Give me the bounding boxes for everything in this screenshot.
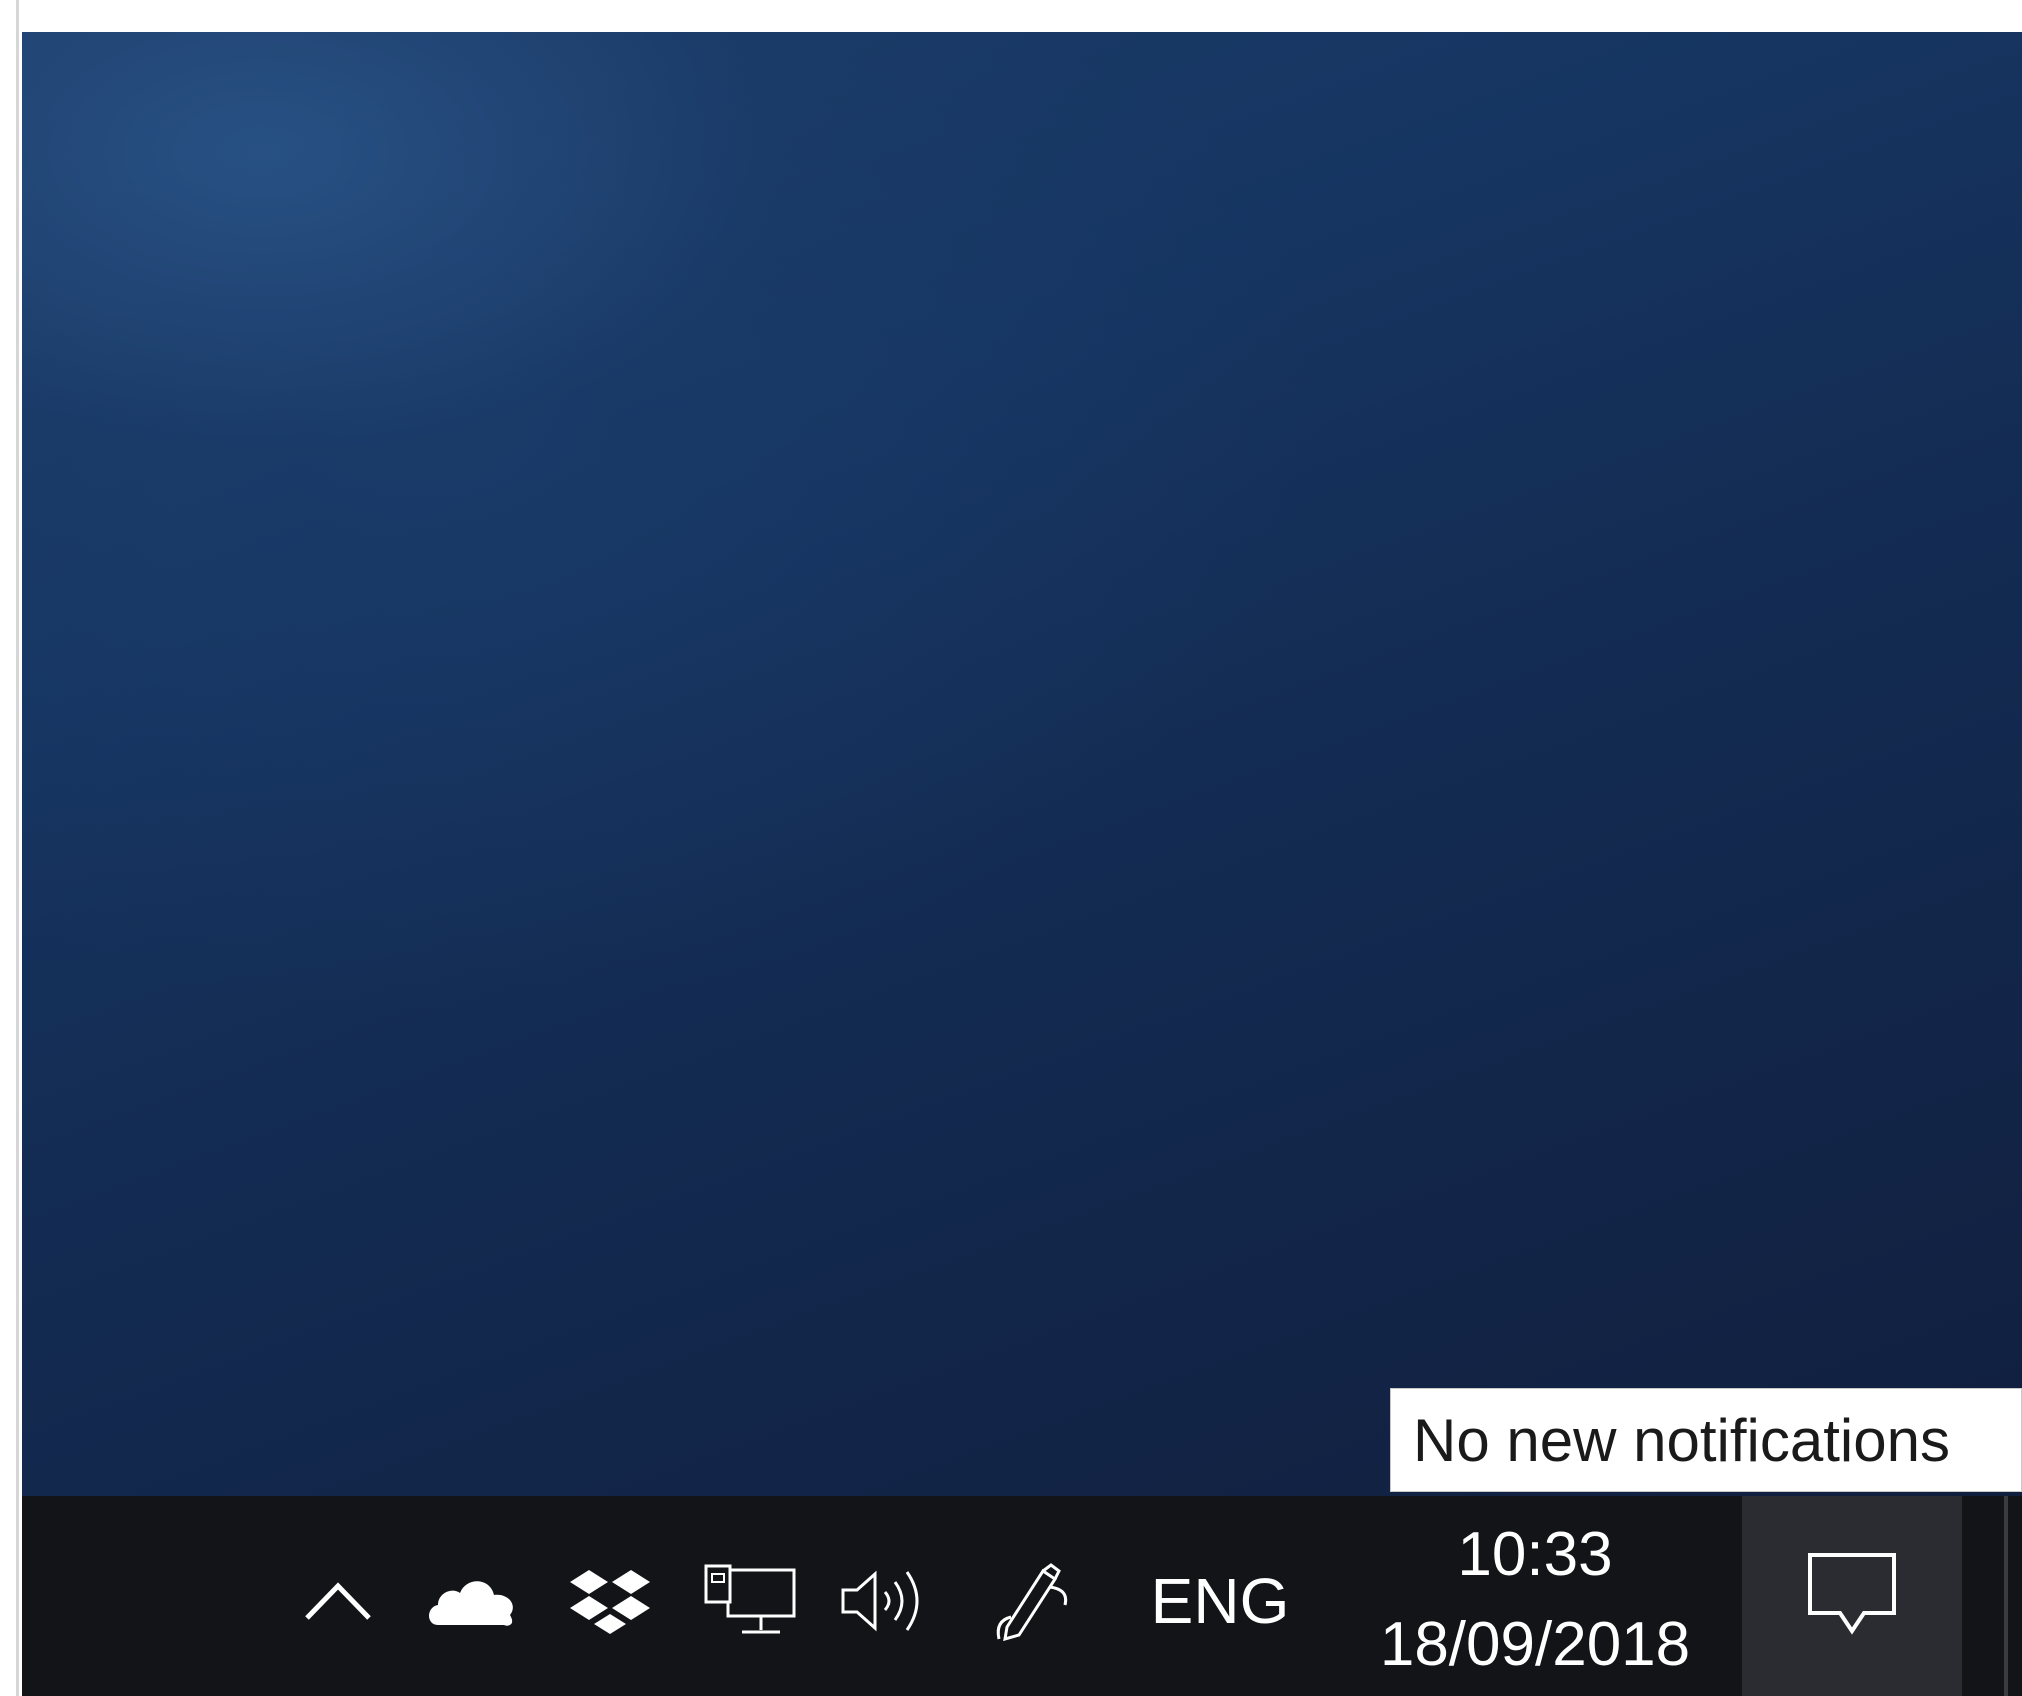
notification-tooltip: No new notifications <box>1390 1388 2022 1492</box>
dropbox-icon <box>570 1570 650 1634</box>
screen: No new notifications ENG 10:33 18/09/201… <box>0 0 2022 1696</box>
pen-workspace-icon <box>996 1563 1068 1641</box>
volume-icon <box>841 1570 919 1632</box>
onedrive-cloud-icon <box>429 1581 513 1626</box>
network-icon <box>704 1564 796 1634</box>
chevron-up-icon <box>305 1582 371 1620</box>
top-border <box>0 0 2022 32</box>
clock-button[interactable]: 10:33 18/09/2018 <box>1340 1510 1730 1696</box>
left-border <box>0 0 22 1696</box>
action-center-button[interactable] <box>1742 1496 1962 1696</box>
dropbox-button[interactable] <box>550 1556 670 1646</box>
notification-icon <box>1808 1553 1896 1635</box>
windows-ink-button[interactable] <box>980 1556 1090 1646</box>
input-language-indicator[interactable]: ENG <box>1140 1556 1300 1646</box>
show-desktop-button[interactable] <box>2004 1496 2008 1696</box>
volume-button[interactable] <box>822 1556 942 1646</box>
clock-date: 18/09/2018 <box>1379 1610 1691 1679</box>
clock-time: 10:33 <box>1457 1520 1613 1589</box>
show-hidden-icons-button[interactable] <box>288 1560 388 1640</box>
network-button[interactable] <box>690 1556 810 1646</box>
onedrive-button[interactable] <box>412 1556 532 1646</box>
desktop-background[interactable] <box>22 32 2022 1496</box>
